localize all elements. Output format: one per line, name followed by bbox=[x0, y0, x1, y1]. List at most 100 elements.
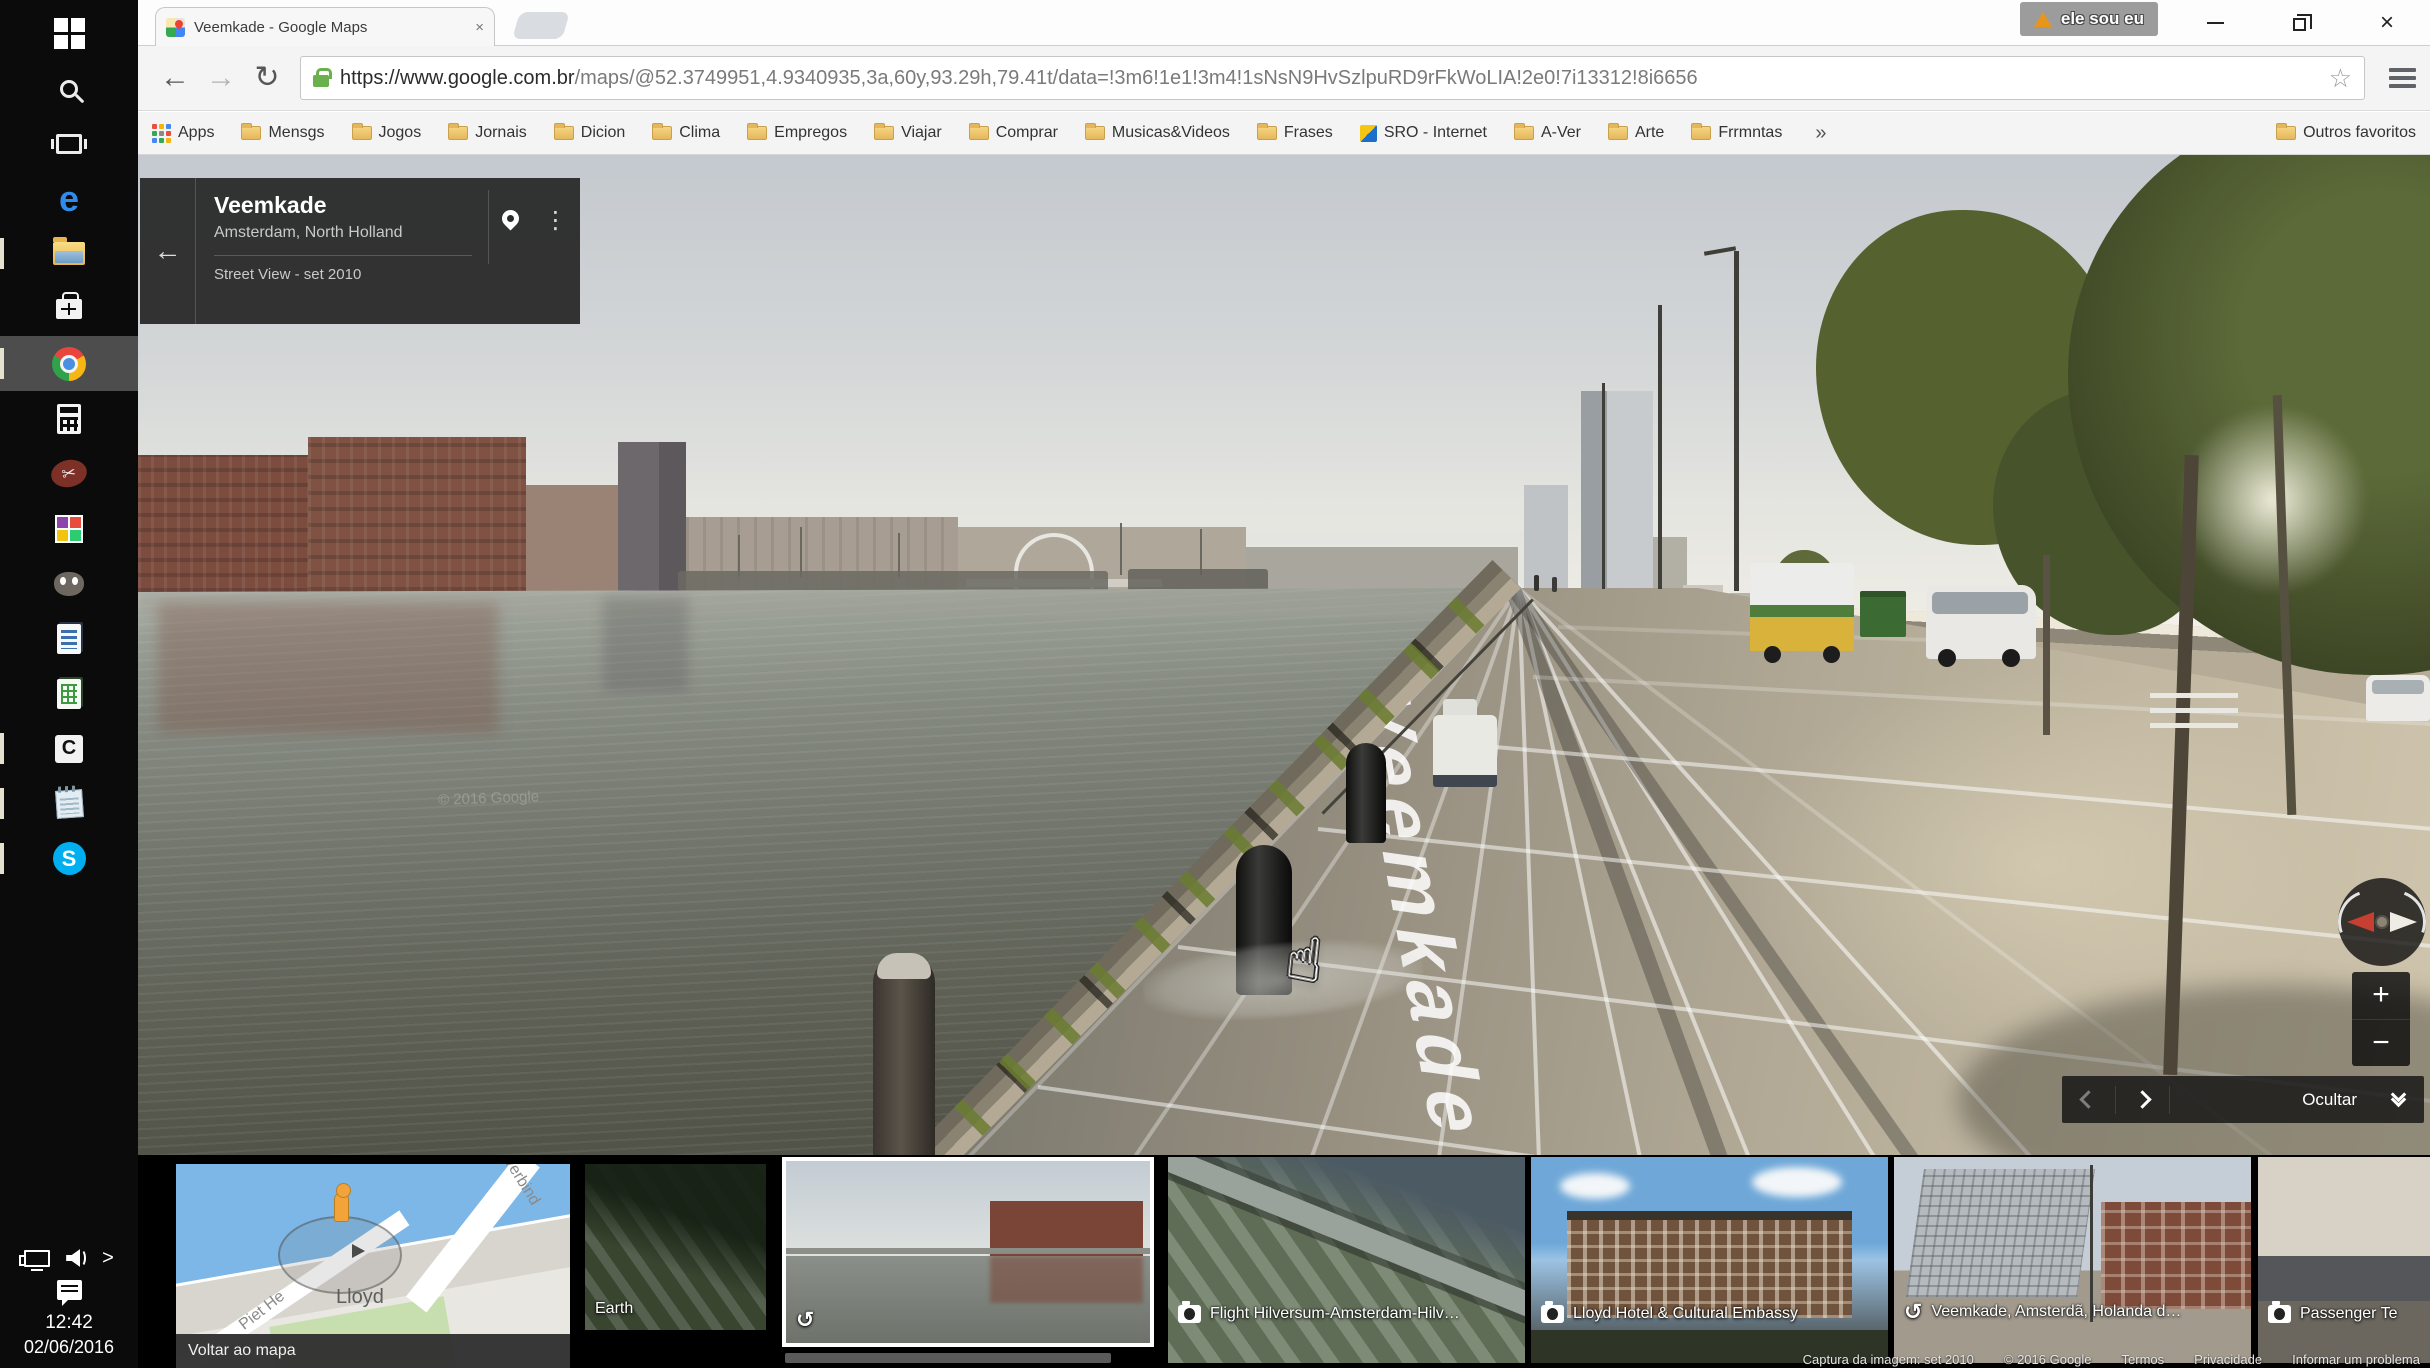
bookmark-item[interactable]: Arte bbox=[1608, 124, 1664, 142]
photos-icon bbox=[55, 515, 83, 543]
bookmark-label: Musicas&Videos bbox=[1112, 124, 1230, 142]
thumb-label: Passenger Te bbox=[2268, 1305, 2398, 1323]
hide-carousel-button[interactable]: Ocultar bbox=[2302, 1090, 2357, 1110]
bookmark-item[interactable]: Jogos bbox=[352, 124, 422, 142]
bookmark-item[interactable]: Empregos bbox=[747, 124, 847, 142]
brick-building bbox=[308, 437, 526, 607]
post-cap bbox=[877, 953, 931, 979]
store-icon bbox=[56, 299, 82, 319]
bookmark-item[interactable]: Clima bbox=[652, 124, 720, 142]
bookmark-label: Frrmntas bbox=[1718, 124, 1782, 142]
bookmark-item[interactable]: Musicas&Videos bbox=[1085, 124, 1230, 142]
start-button[interactable] bbox=[0, 6, 138, 61]
street-view-page: © 2016 Google bbox=[138, 155, 2430, 1368]
taskbar-item-calc[interactable] bbox=[0, 666, 138, 721]
privacy-link[interactable]: Privacidade bbox=[2194, 1352, 2262, 1367]
bookmark-item[interactable]: Frrmntas bbox=[1691, 124, 1782, 142]
cart-roof bbox=[1750, 563, 1854, 605]
photo-thumbnail-veemkade[interactable]: ↺Veemkade, Amsterdã, Holanda d… bbox=[1894, 1157, 2251, 1363]
tab-close-icon[interactable]: × bbox=[475, 19, 484, 36]
taskbar-item-calculator[interactable] bbox=[0, 391, 138, 446]
bookmark-item[interactable]: Mensgs bbox=[241, 124, 324, 142]
minimize-button[interactable] bbox=[2172, 0, 2258, 45]
compass-control[interactable] bbox=[2338, 878, 2426, 966]
reload-button[interactable]: ↻ bbox=[244, 63, 290, 93]
current-street-view-thumbnail[interactable]: ↺ bbox=[782, 1157, 1154, 1347]
zoom-out-button[interactable]: − bbox=[2352, 1019, 2410, 1067]
new-tab-button[interactable] bbox=[512, 12, 570, 39]
filmstrip-scrollbar[interactable] bbox=[785, 1353, 1111, 1363]
photo-thumbnail-flight[interactable]: Flight Hilversum-Amsterdam-Hilv… bbox=[1168, 1157, 1525, 1363]
taskbar-item-writer[interactable] bbox=[0, 611, 138, 666]
collapse-down-icon[interactable] bbox=[2393, 1095, 2404, 1105]
other-bookmarks-button[interactable]: Outros favoritos bbox=[2276, 124, 2416, 142]
zoom-in-button[interactable]: + bbox=[2352, 972, 2410, 1019]
report-problem-link[interactable]: Informar um problema bbox=[2292, 1352, 2420, 1367]
bookmark-item-sro[interactable]: SRO - Internet bbox=[1360, 124, 1487, 142]
browser-menu-icon[interactable] bbox=[2389, 68, 2416, 88]
taskbar-item-skype[interactable]: S bbox=[0, 831, 138, 886]
address-bar[interactable]: https://www.google.com.br/maps/@52.37499… bbox=[300, 56, 2365, 100]
back-button[interactable]: ← bbox=[152, 63, 198, 93]
taskbar-clock[interactable]: 12:42 02/06/2016 bbox=[24, 1312, 114, 1358]
bookmark-item[interactable]: Dicion bbox=[554, 124, 625, 142]
pegman-pin[interactable] bbox=[334, 1192, 349, 1222]
bookmark-item-apps[interactable]: Apps bbox=[152, 124, 214, 143]
photo-thumbnail-passenger-terminal[interactable]: Passenger Te bbox=[2258, 1157, 2430, 1363]
bookmarks-overflow-chevron[interactable]: » bbox=[1815, 122, 1826, 145]
c-app-icon: C bbox=[55, 735, 83, 763]
bookmark-label: Mensgs bbox=[268, 124, 324, 142]
url-text[interactable]: https://www.google.com.br/maps/@52.37499… bbox=[340, 67, 2310, 90]
bookmark-item[interactable]: A-Ver bbox=[1514, 124, 1581, 142]
running-indicator bbox=[0, 238, 4, 269]
taskbar-item-file-explorer[interactable] bbox=[0, 226, 138, 281]
taskbar-item-task-view[interactable] bbox=[0, 116, 138, 171]
bookmark-item[interactable]: Viajar bbox=[874, 124, 942, 142]
taskbar-item-edge[interactable]: e bbox=[0, 171, 138, 226]
bookmark-item[interactable]: Frases bbox=[1257, 124, 1333, 142]
restore-button[interactable] bbox=[2258, 0, 2344, 45]
moored-boats bbox=[1128, 569, 1268, 591]
modern-building bbox=[1906, 1169, 2095, 1297]
taskbar-item-search[interactable] bbox=[0, 61, 138, 116]
terms-link[interactable]: Termos bbox=[2122, 1352, 2165, 1367]
copyright: © 2016 Google bbox=[2004, 1352, 2092, 1367]
taskbar-item-snipping-tool[interactable]: ✂ bbox=[0, 446, 138, 501]
map-pin-icon[interactable] bbox=[498, 206, 522, 230]
bookmark-star-icon[interactable]: ☆ bbox=[2329, 63, 2352, 94]
secure-lock-icon[interactable] bbox=[313, 75, 329, 87]
taskbar-item-chrome[interactable] bbox=[0, 336, 138, 391]
carousel-prev-icon[interactable] bbox=[2079, 1090, 2097, 1108]
folder-icon bbox=[969, 126, 989, 140]
browser-window: Veemkade - Google Maps × ele sou eu × ← … bbox=[138, 0, 2430, 1368]
browser-toolbar: ← → ↻ https://www.google.com.br/maps/@52… bbox=[138, 46, 2430, 111]
other-bookmarks-label: Outros favoritos bbox=[2303, 124, 2416, 142]
divider bbox=[2115, 1086, 2116, 1114]
close-button[interactable]: × bbox=[2344, 0, 2430, 45]
earth-thumbnail[interactable]: Earth bbox=[585, 1164, 766, 1330]
taskbar-item-store[interactable] bbox=[0, 281, 138, 336]
action-center-icon[interactable] bbox=[57, 1280, 82, 1300]
more-options-icon[interactable]: ⋮ bbox=[544, 210, 568, 232]
folder-icon bbox=[2276, 126, 2296, 140]
taskbar-item-photos[interactable] bbox=[0, 501, 138, 556]
folder-icon bbox=[448, 126, 468, 140]
bookmark-item[interactable]: Jornais bbox=[448, 124, 527, 142]
back-to-map-button[interactable]: Voltar ao mapa bbox=[176, 1334, 570, 1368]
back-arrow-button[interactable]: ← bbox=[140, 178, 196, 324]
tray-expand-chevron[interactable]: > bbox=[102, 1248, 114, 1268]
carousel-next-icon[interactable] bbox=[2133, 1090, 2151, 1108]
taskbar-item-c-app[interactable]: C bbox=[0, 721, 138, 776]
taskbar-item-notepad[interactable] bbox=[0, 776, 138, 831]
taskbar-item-gimp[interactable] bbox=[0, 556, 138, 611]
site-favicon bbox=[1360, 125, 1377, 142]
network-icon[interactable] bbox=[24, 1250, 50, 1267]
photo-thumbnail-lloyd-hotel[interactable]: Lloyd Hotel & Cultural Embassy bbox=[1531, 1157, 1888, 1363]
thumb-label: Flight Hilversum-Amsterdam-Hilv… bbox=[1178, 1305, 1460, 1323]
map-thumbnail[interactable]: Lloyd Piet He Verbind Voltar ao mapa bbox=[176, 1164, 570, 1368]
volume-button[interactable] bbox=[66, 1249, 86, 1267]
bookmark-item[interactable]: Comprar bbox=[969, 124, 1058, 142]
bookmark-label: SRO - Internet bbox=[1384, 124, 1487, 142]
forward-button[interactable]: → bbox=[198, 63, 244, 93]
tab-veemkade[interactable]: Veemkade - Google Maps × bbox=[155, 7, 495, 46]
